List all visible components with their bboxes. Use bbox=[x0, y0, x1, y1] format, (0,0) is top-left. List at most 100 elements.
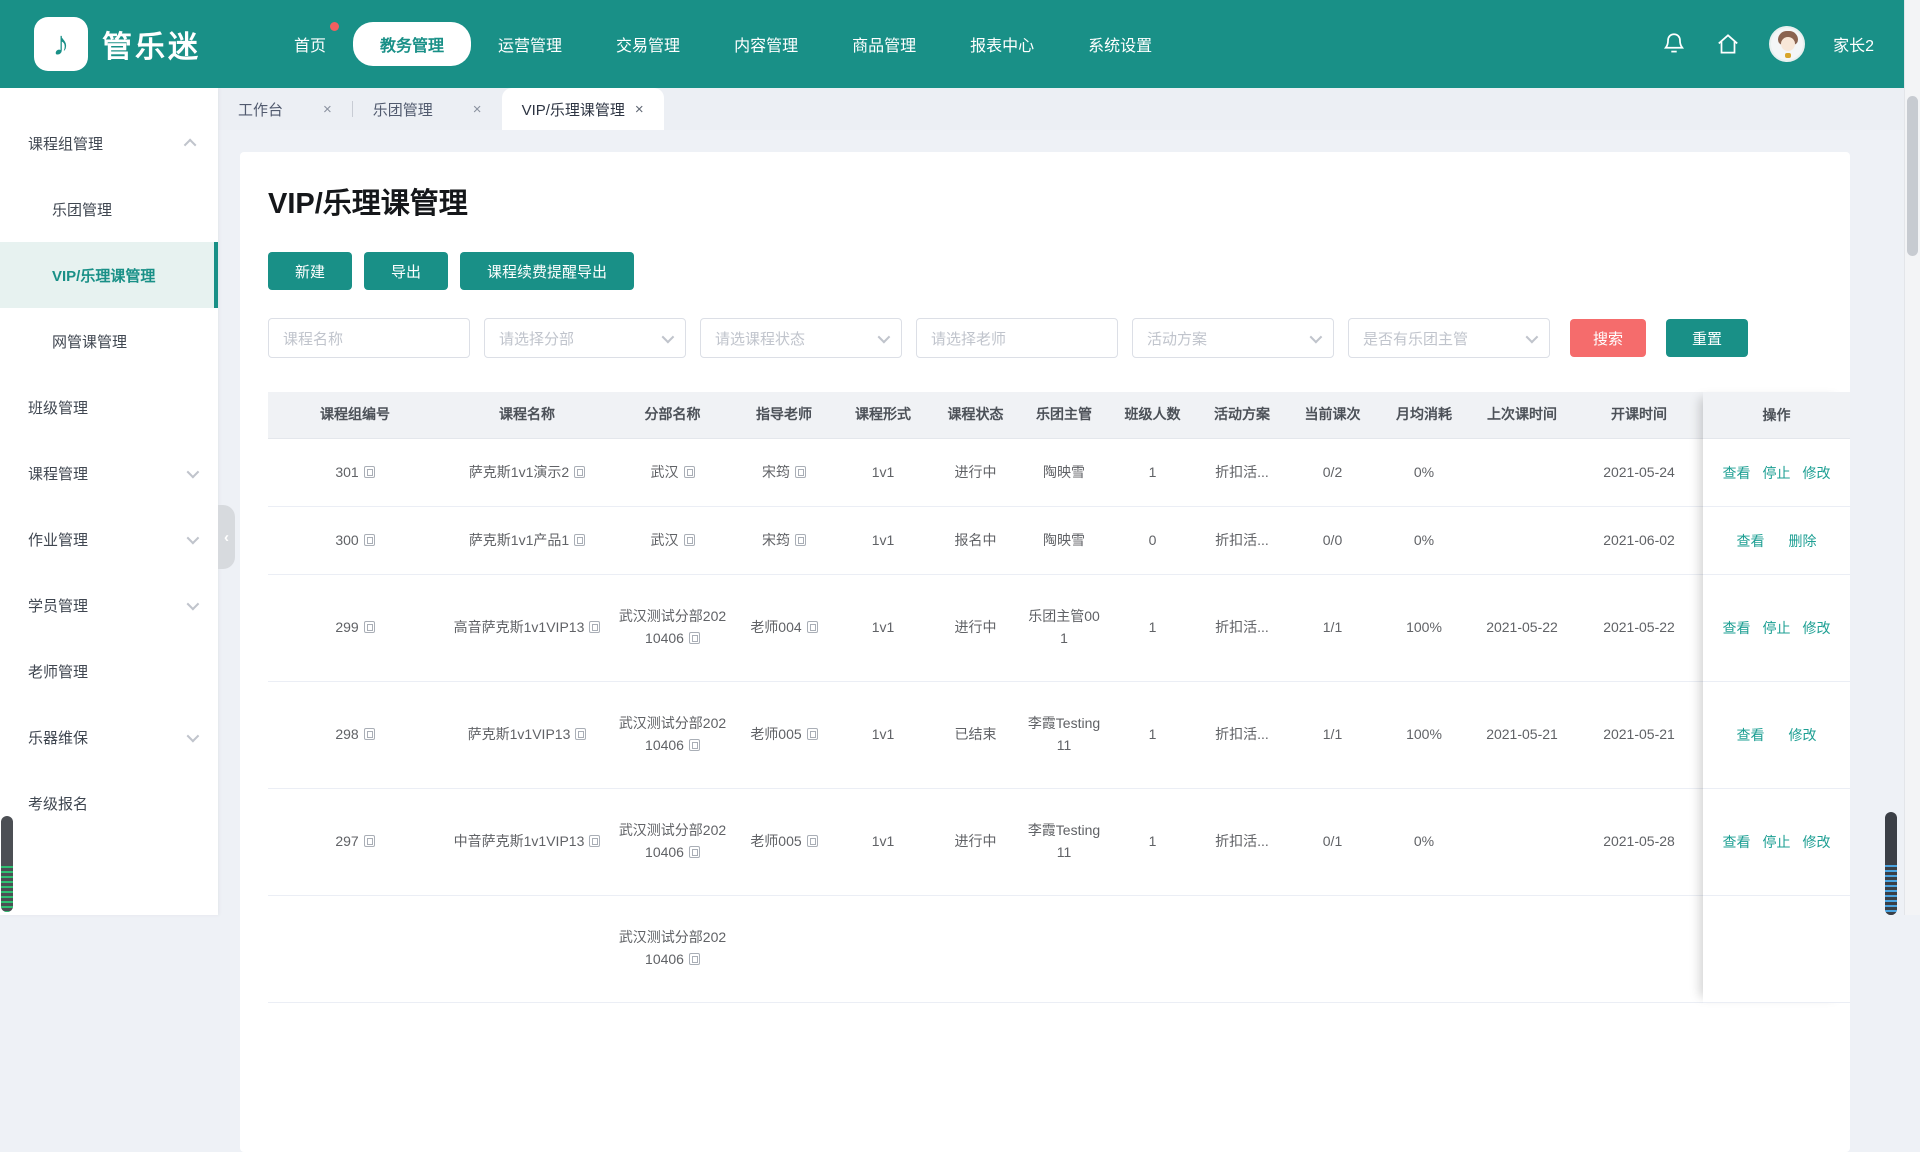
sidebar-item-7[interactable]: 学员管理 bbox=[0, 572, 218, 638]
table-cell: 1v1 bbox=[835, 718, 931, 752]
cell-text: 李霞Testing11 bbox=[1028, 822, 1100, 860]
filter-select-2[interactable]: 请选课程状态 bbox=[700, 318, 902, 358]
nav-item-1[interactable]: 教务管理 bbox=[353, 22, 471, 66]
view-link[interactable]: 查看 bbox=[1723, 832, 1751, 852]
table-cell bbox=[1470, 943, 1574, 955]
nav-item-0[interactable]: 首页 bbox=[267, 22, 353, 66]
user-name[interactable]: 家长2 bbox=[1833, 32, 1874, 56]
table-cell: 298 bbox=[268, 718, 442, 752]
cell-text: 2021-05-21 bbox=[1603, 726, 1675, 742]
copy-icon[interactable] bbox=[689, 846, 700, 858]
filter-input-3[interactable]: 请选择老师 bbox=[916, 318, 1118, 358]
sidebar-item-label: 老师管理 bbox=[28, 661, 88, 682]
copy-icon[interactable] bbox=[689, 632, 700, 644]
copy-icon[interactable] bbox=[795, 466, 806, 478]
page-scrollbar-thumb[interactable] bbox=[1907, 96, 1918, 256]
sidebar-item-1[interactable]: 乐团管理 bbox=[0, 176, 218, 242]
delete-link[interactable]: 删除 bbox=[1789, 531, 1817, 551]
copy-icon[interactable] bbox=[574, 534, 585, 546]
copy-icon[interactable] bbox=[795, 534, 806, 546]
nav-item-4[interactable]: 内容管理 bbox=[707, 22, 825, 66]
table-cell: 100% bbox=[1378, 611, 1470, 645]
sidebar-scrollbar-thumb[interactable] bbox=[1, 816, 13, 912]
copy-icon[interactable] bbox=[807, 728, 818, 740]
copy-icon[interactable] bbox=[364, 534, 375, 546]
sidebar-item-6[interactable]: 作业管理 bbox=[0, 506, 218, 572]
copy-icon[interactable] bbox=[807, 621, 818, 633]
page-scrollbar[interactable] bbox=[1904, 0, 1920, 915]
nav-item-2[interactable]: 运营管理 bbox=[471, 22, 589, 66]
cell-text: 进行中 bbox=[955, 464, 997, 480]
sidebar-item-3[interactable]: 网管课管理 bbox=[0, 308, 218, 374]
copy-icon[interactable] bbox=[364, 835, 375, 847]
sidebar-item-4[interactable]: 班级管理 bbox=[0, 374, 218, 440]
nav-item-3[interactable]: 交易管理 bbox=[589, 22, 707, 66]
edit-link[interactable]: 修改 bbox=[1803, 832, 1831, 852]
edit-link[interactable]: 修改 bbox=[1803, 618, 1831, 638]
sidebar-item-5[interactable]: 课程管理 bbox=[0, 440, 218, 506]
copy-icon[interactable] bbox=[684, 534, 695, 546]
table-cell: 301 bbox=[268, 456, 442, 490]
search-button[interactable]: 搜索 bbox=[1570, 319, 1646, 357]
copy-icon[interactable] bbox=[684, 466, 695, 478]
copy-icon[interactable] bbox=[364, 728, 375, 740]
tab-1[interactable]: 乐团管理× bbox=[353, 88, 502, 130]
copy-icon[interactable] bbox=[589, 621, 600, 633]
sidebar-item-2[interactable]: VIP/乐理课管理 bbox=[0, 242, 218, 308]
renew-reminder-export-button[interactable]: 课程续费提醒导出 bbox=[460, 252, 634, 290]
stop-link[interactable]: 停止 bbox=[1763, 832, 1791, 852]
tab-0[interactable]: 工作台 × bbox=[218, 88, 352, 130]
filter-input-0[interactable]: 课程名称 bbox=[268, 318, 470, 358]
view-link[interactable]: 查看 bbox=[1723, 618, 1751, 638]
tab-close-icon[interactable]: × bbox=[323, 101, 332, 118]
edit-link[interactable]: 修改 bbox=[1789, 725, 1817, 745]
table-cell: 1v1 bbox=[835, 825, 931, 859]
cell-text: 中音萨克斯1v1VIP13 bbox=[454, 833, 585, 849]
view-link[interactable]: 查看 bbox=[1737, 531, 1765, 551]
view-link[interactable]: 查看 bbox=[1737, 725, 1765, 745]
cell-text: 武汉 bbox=[651, 464, 679, 480]
create-button[interactable]: 新建 bbox=[268, 252, 352, 290]
stop-link[interactable]: 停止 bbox=[1763, 618, 1791, 638]
stop-link[interactable]: 停止 bbox=[1763, 463, 1791, 483]
view-link[interactable]: 查看 bbox=[1723, 463, 1751, 483]
copy-icon[interactable] bbox=[575, 728, 586, 740]
filter-select-4[interactable]: 活动方案 bbox=[1132, 318, 1334, 358]
table-cell: 300 bbox=[268, 524, 442, 558]
tab-2[interactable]: VIP/乐理课管理× bbox=[502, 88, 664, 130]
copy-icon[interactable] bbox=[574, 466, 585, 478]
bell-icon[interactable] bbox=[1661, 31, 1687, 57]
table-cell: 老师004 bbox=[733, 611, 835, 645]
filter-select-5[interactable]: 是否有乐团主管 bbox=[1348, 318, 1550, 358]
cell-text: 进行中 bbox=[955, 833, 997, 849]
copy-icon[interactable] bbox=[364, 466, 375, 478]
sidebar-collapse-handle[interactable]: ‹ bbox=[218, 505, 235, 569]
sidebar-item-9[interactable]: 乐器维保 bbox=[0, 704, 218, 770]
nav-item-7[interactable]: 系统设置 bbox=[1061, 22, 1179, 66]
nav-item-6[interactable]: 报表中心 bbox=[943, 22, 1061, 66]
tab-label: 工作台 bbox=[238, 99, 283, 120]
copy-icon[interactable] bbox=[807, 835, 818, 847]
tab-close-icon[interactable]: × bbox=[473, 101, 482, 118]
reset-button[interactable]: 重置 bbox=[1666, 319, 1748, 357]
copy-icon[interactable] bbox=[689, 739, 700, 751]
home-icon[interactable] bbox=[1715, 31, 1741, 57]
ops-row: 查看停止修改 bbox=[1703, 789, 1850, 896]
user-avatar[interactable] bbox=[1769, 26, 1805, 62]
copy-icon[interactable] bbox=[364, 621, 375, 633]
placeholder-text: 课程名称 bbox=[283, 328, 343, 349]
export-button[interactable]: 导出 bbox=[364, 252, 448, 290]
tab-close-icon[interactable]: × bbox=[635, 101, 644, 118]
sidebar-item-10[interactable]: 考级报名 bbox=[0, 770, 218, 836]
cell-text: 1v1 bbox=[872, 619, 895, 635]
chevron-down-icon bbox=[187, 597, 200, 610]
sidebar-item-0[interactable]: 课程组管理 bbox=[0, 110, 218, 176]
sidebar-item-8[interactable]: 老师管理 bbox=[0, 638, 218, 704]
table-body-rows: 课程组编号课程名称分部名称指导老师课程形式课程状态乐团主管班级人数活动方案当前课… bbox=[268, 392, 1822, 1003]
inner-scrollbar-thumb[interactable] bbox=[1885, 812, 1897, 915]
copy-icon[interactable] bbox=[689, 953, 700, 965]
filter-select-1[interactable]: 请选择分部 bbox=[484, 318, 686, 358]
edit-link[interactable]: 修改 bbox=[1803, 463, 1831, 483]
nav-item-5[interactable]: 商品管理 bbox=[825, 22, 943, 66]
copy-icon[interactable] bbox=[589, 835, 600, 847]
